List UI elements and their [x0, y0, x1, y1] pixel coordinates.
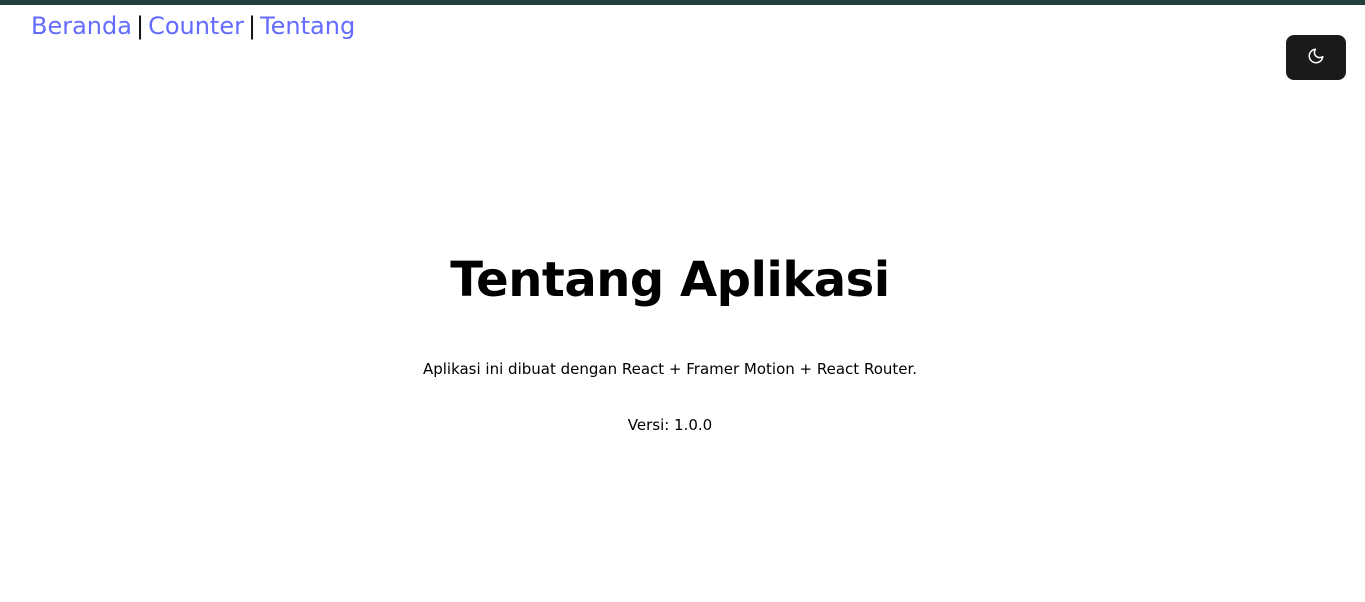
moon-icon [1307, 47, 1325, 68]
nav-link-counter[interactable]: Counter [148, 12, 244, 40]
nav-separator: | [247, 12, 257, 40]
top-accent-bar [0, 0, 1365, 5]
theme-toggle-button[interactable] [1286, 35, 1346, 80]
nav-separator: | [135, 12, 145, 40]
nav-link-beranda[interactable]: Beranda [31, 12, 132, 40]
app-version: Versi: 1.0.0 [627, 416, 713, 434]
app-description: Aplikasi ini dibuat dengan React + Frame… [422, 360, 918, 378]
page-title: Tentang Aplikasi [450, 252, 890, 308]
nav-link-tentang[interactable]: Tentang [260, 12, 355, 40]
main-nav: Beranda | Counter | Tentang [31, 9, 355, 43]
